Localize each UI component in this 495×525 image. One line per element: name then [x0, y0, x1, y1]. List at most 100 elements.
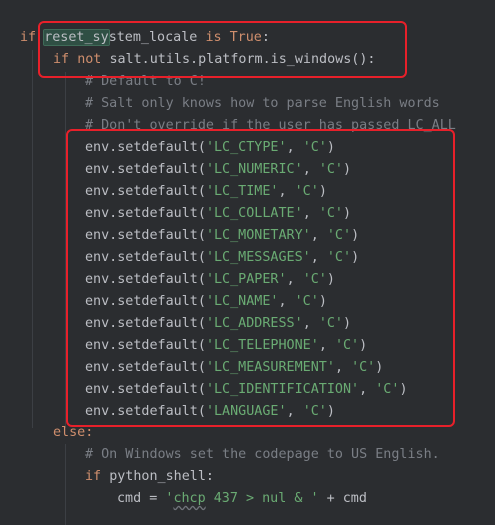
locale-key-string: 'LC_CTYPE' — [205, 140, 287, 155]
call-suffix: ) — [343, 162, 352, 177]
comment-line[interactable]: # Default to C! — [85, 71, 206, 93]
call-prefix: env.setdefault( — [85, 404, 206, 419]
locale-value-string: 'C' — [318, 206, 343, 221]
keyword: not — [77, 52, 102, 67]
call-suffix: ) — [351, 250, 360, 265]
comment-line[interactable]: # Salt only knows how to parse English w… — [85, 93, 440, 115]
locale-key-string: 'LANGUAGE' — [205, 404, 287, 419]
locale-value-string: 'C' — [334, 338, 360, 353]
comment-line[interactable]: # Don't override if the user has passed … — [85, 115, 456, 137]
locale-value-string: 'C' — [326, 228, 352, 243]
setdefault-line[interactable]: env.setdefault('LC_MESSAGES', 'C') — [85, 247, 359, 269]
locale-key-string: 'LC_MONETARY' — [205, 228, 311, 243]
call-suffix: ) — [399, 382, 408, 397]
separator: , — [302, 316, 319, 331]
setdefault-line[interactable]: env.setdefault('LC_MONETARY', 'C') — [85, 225, 359, 247]
call-suffix: ) — [318, 294, 327, 309]
separator: , — [318, 338, 335, 353]
call-suffix: ) — [326, 404, 335, 419]
call-suffix: ) — [326, 272, 335, 287]
setdefault-line[interactable]: env.setdefault('LC_MEASUREMENT', 'C') — [85, 357, 383, 379]
locale-value-string: 'C' — [302, 404, 327, 419]
call-prefix: env.setdefault( — [85, 382, 206, 397]
indent-guide — [32, 50, 33, 428]
setdefault-line[interactable]: env.setdefault('LC_TELEPHONE', 'C') — [85, 335, 367, 357]
separator: , — [359, 382, 376, 397]
code-line[interactable]: if python_shell: — [85, 466, 214, 488]
call-prefix: env.setdefault( — [85, 206, 206, 221]
separator: , — [278, 294, 295, 309]
call-prefix: env.setdefault( — [85, 184, 206, 199]
call-prefix: env.setdefault( — [85, 140, 206, 155]
call-suffix: ) — [343, 316, 352, 331]
setdefault-line[interactable]: env.setdefault('LC_TIME', 'C') — [85, 181, 327, 203]
locale-key-string: 'LC_TIME' — [205, 184, 279, 199]
keyword: True — [229, 30, 262, 45]
code-line[interactable]: else: — [53, 422, 93, 444]
code-editor[interactable]: if reset_system_locale is True: if not s… — [0, 0, 495, 525]
selected-identifier: reset_sy — [43, 29, 110, 46]
call-prefix: env.setdefault( — [85, 250, 206, 265]
call-suffix: ) — [359, 338, 368, 353]
locale-key-string: 'LC_TELEPHONE' — [205, 338, 319, 353]
call-suffix: ) — [375, 360, 384, 375]
setdefault-line[interactable]: env.setdefault('LC_NAME', 'C') — [85, 291, 327, 313]
locale-value-string: 'C' — [302, 140, 327, 155]
setdefault-line[interactable]: env.setdefault('LC_PAPER', 'C') — [85, 269, 335, 291]
setdefault-line[interactable]: env.setdefault('LC_IDENTIFICATION', 'C') — [85, 379, 408, 401]
locale-value-string: 'C' — [294, 184, 319, 199]
call-suffix: ) — [351, 228, 360, 243]
call-prefix: env.setdefault( — [85, 294, 206, 309]
locale-key-string: 'LC_COLLATE' — [205, 206, 303, 221]
separator: , — [334, 360, 352, 375]
separator: , — [302, 162, 319, 177]
call-prefix: env.setdefault( — [85, 316, 206, 331]
call-prefix: env.setdefault( — [85, 162, 206, 177]
setdefault-line[interactable]: env.setdefault('LC_CTYPE', 'C') — [85, 137, 335, 159]
indent-guide — [65, 72, 66, 428]
indent-guide — [65, 444, 66, 525]
call-suffix: ) — [326, 140, 335, 155]
string-literal: 437 > nul & ' — [205, 491, 319, 506]
setdefault-line[interactable]: env.setdefault('LC_NUMERIC', 'C') — [85, 159, 351, 181]
locale-value-string: 'C' — [375, 382, 400, 397]
separator: , — [310, 228, 327, 243]
locale-key-string: 'LC_ADDRESS' — [205, 316, 303, 331]
locale-key-string: 'LC_NAME' — [205, 294, 279, 309]
code-line[interactable]: if reset_system_locale is True: — [20, 27, 270, 49]
string-literal-typo: chcp — [173, 491, 206, 506]
comment-line[interactable]: # On Windows set the codepage to US Engl… — [85, 444, 440, 466]
separator: , — [278, 184, 295, 199]
keyword: if — [53, 52, 70, 67]
call-prefix: env.setdefault( — [85, 228, 206, 243]
locale-key-string: 'LC_MESSAGES' — [205, 250, 311, 265]
call-prefix: env.setdefault( — [85, 338, 206, 353]
locale-key-string: 'LC_NUMERIC' — [205, 162, 303, 177]
expression: + cmd — [318, 491, 367, 506]
separator: , — [310, 250, 327, 265]
punctuation: : — [261, 30, 270, 45]
separator: , — [286, 404, 303, 419]
separator: , — [286, 272, 303, 287]
locale-key-string: 'LC_MEASUREMENT' — [205, 360, 335, 375]
setdefault-line[interactable]: env.setdefault('LC_ADDRESS', 'C') — [85, 313, 351, 335]
setdefault-line[interactable]: env.setdefault('LC_COLLATE', 'C') — [85, 203, 351, 225]
identifier: stem_locale — [108, 30, 198, 45]
setdefault-line[interactable]: env.setdefault('LANGUAGE', 'C') — [85, 401, 335, 423]
identifier: python_shell: — [109, 469, 214, 484]
locale-value-string: 'C' — [318, 162, 343, 177]
call-prefix: env.setdefault( — [85, 272, 206, 287]
locale-key-string: 'LC_IDENTIFICATION' — [205, 382, 360, 397]
locale-value-string: 'C' — [318, 316, 343, 331]
call-prefix: env.setdefault( — [85, 360, 206, 375]
call-suffix: ) — [343, 206, 352, 221]
call-suffix: ) — [318, 184, 327, 199]
keyword: if — [85, 469, 102, 484]
code-line[interactable]: if not salt.utils.platform.is_windows(): — [53, 49, 375, 71]
locale-value-string: 'C' — [351, 360, 376, 375]
separator: , — [302, 206, 319, 221]
keyword: is — [205, 30, 222, 45]
assignment: cmd = — [117, 491, 166, 506]
function-call: salt.utils.platform.is_windows(): — [109, 52, 376, 67]
code-line[interactable]: cmd = 'chcp 437 > nul & ' + cmd — [117, 488, 367, 510]
